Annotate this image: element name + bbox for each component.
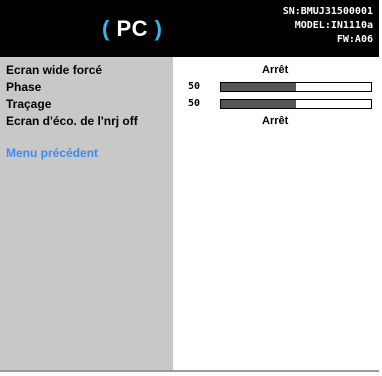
device-info: SN:BMUJ31500001 MODEL:IN1110a FW:A06 [283, 5, 373, 47]
serial-number: SN:BMUJ31500001 [282, 6, 373, 17]
menu-item-wide-screen[interactable]: Ecran wide forcé [6, 63, 102, 77]
header-bar: ( PC ) SN:BMUJ31500001 MODEL:IN1110a FW:… [0, 0, 379, 57]
eco-screen-value[interactable]: Arrêt [262, 115, 288, 127]
tracking-slider[interactable] [220, 99, 372, 109]
firmware-version: FW:A06 [336, 34, 373, 45]
osd-menu: ( PC ) SN:BMUJ31500001 MODEL:IN1110a FW:… [0, 0, 379, 370]
tracking-slider-fill [221, 100, 296, 108]
tracking-value: 50 [188, 98, 201, 109]
wide-screen-value[interactable]: Arrêt [262, 64, 288, 76]
input-source-title: ( PC ) [102, 16, 162, 42]
menu-item-tracking[interactable]: Traçage [6, 97, 51, 111]
model-name: MODEL:IN1110a [294, 20, 373, 31]
previous-menu-link[interactable]: Menu précédent [6, 146, 98, 160]
source-name: PC [116, 16, 149, 41]
source-paren-close: ) [154, 16, 163, 41]
bottom-divider [0, 370, 379, 372]
phase-slider[interactable] [220, 82, 372, 92]
phase-slider-fill [221, 83, 296, 91]
menu-item-eco-screen[interactable]: Ecran d'éco. de l'nrj off [6, 114, 138, 128]
source-paren-open: ( [102, 16, 110, 41]
menu-item-phase[interactable]: Phase [6, 80, 41, 94]
phase-value: 50 [188, 81, 201, 92]
